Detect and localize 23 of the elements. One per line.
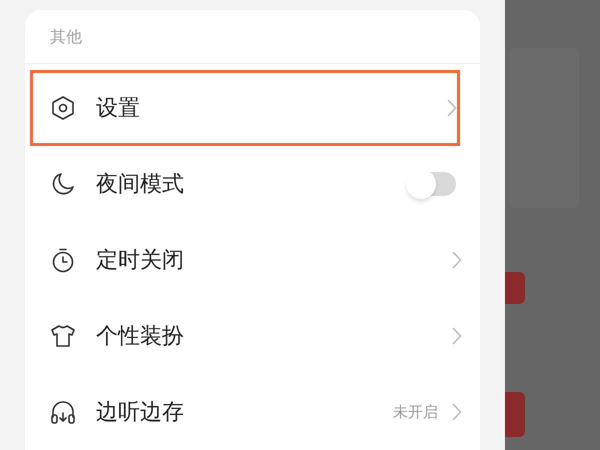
app-icon bbox=[505, 272, 525, 304]
settings-row[interactable]: 边听边存 未开启 bbox=[25, 374, 480, 450]
chevron-right-icon bbox=[447, 99, 457, 117]
t-shirt-icon bbox=[50, 323, 76, 349]
settings-row[interactable]: 设置 bbox=[30, 70, 460, 146]
hexagon-nut-icon bbox=[50, 95, 76, 121]
row-label: 个性装扮 bbox=[96, 322, 185, 350]
settings-row[interactable]: 定时关闭 bbox=[25, 222, 480, 298]
timer-icon bbox=[50, 247, 76, 273]
section-title: 其他 bbox=[50, 26, 82, 48]
settings-row[interactable]: 夜间模式 bbox=[25, 146, 480, 222]
chevron-right-icon bbox=[452, 251, 462, 269]
app-icon bbox=[505, 392, 525, 437]
row-label: 定时关闭 bbox=[96, 246, 185, 274]
chevron-right-icon bbox=[452, 403, 462, 421]
row-label: 边听边存 bbox=[96, 398, 185, 426]
chevron-right-icon bbox=[452, 327, 462, 345]
row-label: 夜间模式 bbox=[96, 170, 185, 198]
moon-icon bbox=[50, 171, 76, 197]
row-value: 未开启 bbox=[393, 402, 438, 423]
row-label: 设置 bbox=[96, 94, 141, 122]
settings-row[interactable]: 个性装扮 bbox=[25, 298, 480, 374]
headphones-icon bbox=[50, 399, 76, 425]
